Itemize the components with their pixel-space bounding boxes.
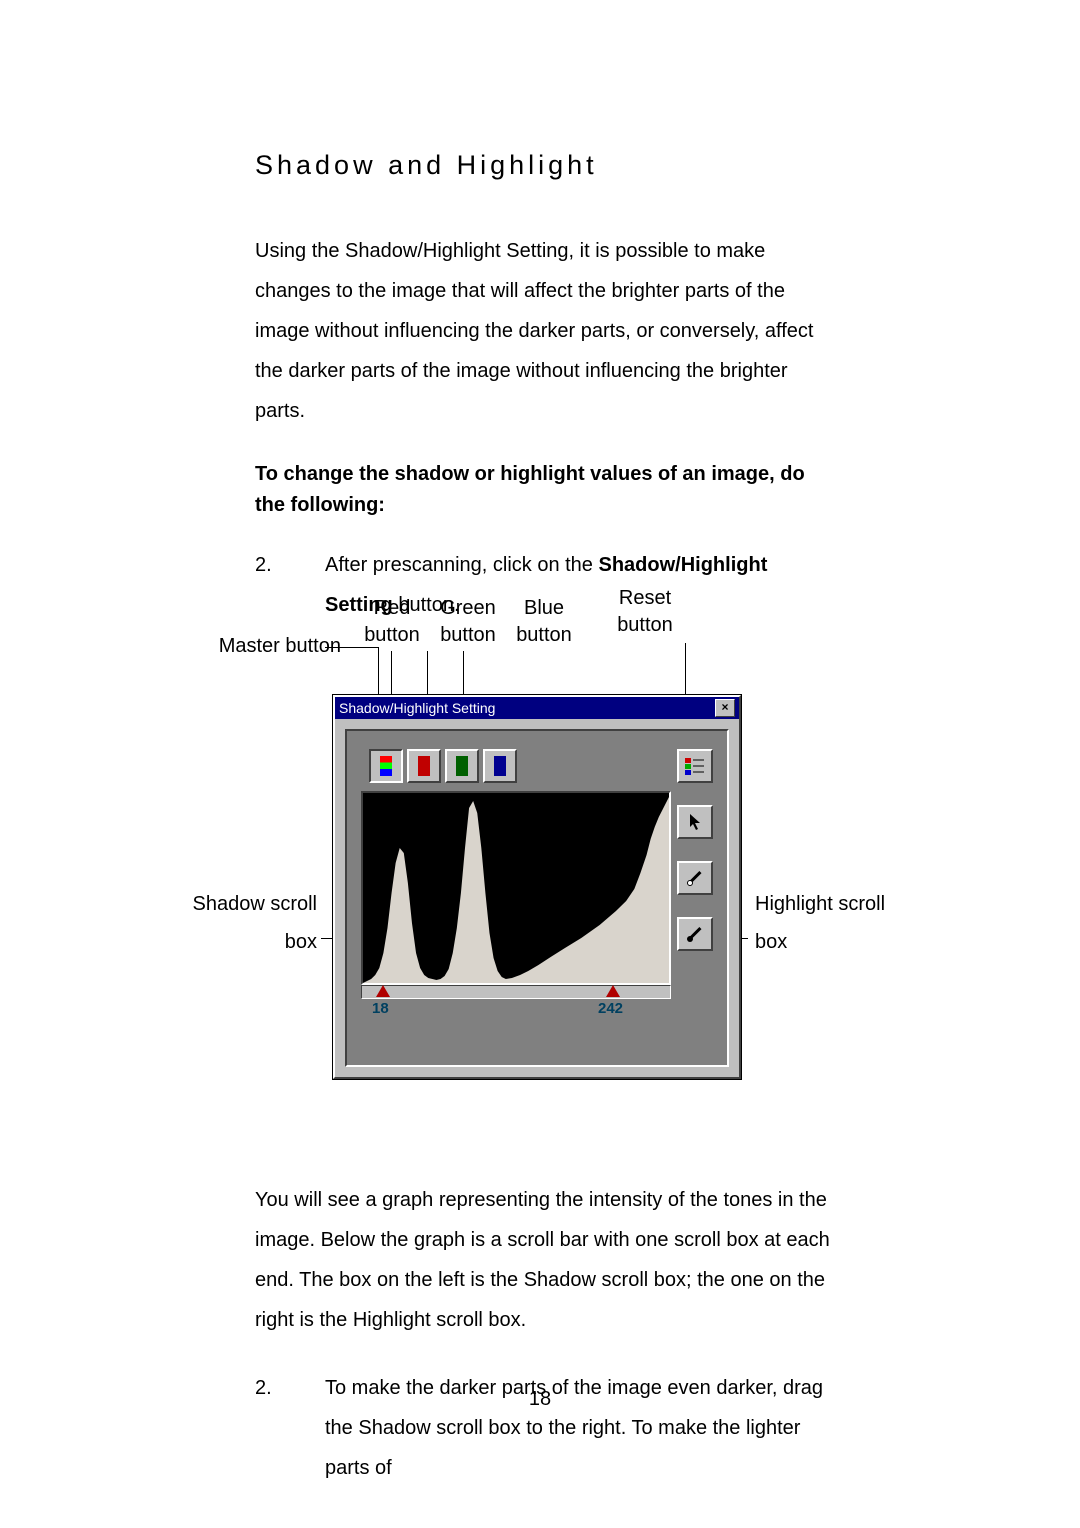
callout-highlight: Highlight scroll box — [755, 885, 915, 961]
white-eyedropper-tool[interactable] — [677, 861, 713, 895]
step-2-text: To make the darker parts of the image ev… — [325, 1368, 840, 1488]
reset-button[interactable] — [677, 749, 713, 783]
blue-icon — [494, 756, 506, 776]
black-eyedropper-icon — [687, 926, 703, 942]
callout-green: Green button — [431, 595, 505, 649]
close-button[interactable]: × — [715, 699, 735, 717]
master-icon — [380, 756, 392, 776]
green-icon — [456, 756, 468, 776]
highlight-scroll-box[interactable] — [606, 985, 620, 997]
step-1-pre: After prescanning, click on the — [325, 554, 598, 576]
mid-paragraph: You will see a graph representing the in… — [255, 1180, 840, 1340]
dialog-titlebar: Shadow/Highlight Setting × — [335, 697, 739, 719]
dialog-title: Shadow/Highlight Setting — [339, 700, 495, 716]
dialog-client: 18 242 — [345, 729, 729, 1067]
master-button[interactable] — [369, 749, 403, 783]
red-button[interactable] — [407, 749, 441, 783]
black-eyedropper-tool[interactable] — [677, 917, 713, 951]
callout-red: Red button — [357, 595, 427, 649]
callout-shadow: Shadow scroll box — [157, 885, 317, 961]
shadow-value: 18 — [372, 1000, 389, 1017]
callout-master: Master button — [191, 633, 341, 660]
highlight-value: 242 — [598, 1000, 623, 1017]
pointer-icon — [688, 813, 702, 831]
diagram: Master button Red button Green button Bl… — [175, 585, 915, 1145]
callout-reset: Reset button — [605, 585, 685, 639]
step-2: 2. To make the darker parts of the image… — [255, 1368, 840, 1488]
shadow-scroll-box[interactable] — [376, 985, 390, 997]
blue-button[interactable] — [483, 749, 517, 783]
red-icon — [418, 756, 430, 776]
shadow-highlight-dialog: Shadow/Highlight Setting × — [333, 695, 741, 1079]
intro-paragraph: Using the Shadow/Highlight Setting, it i… — [255, 231, 840, 431]
reset-icon — [684, 757, 706, 775]
section-title: Shadow and Highlight — [255, 150, 840, 181]
lead-paragraph: To change the shadow or highlight values… — [255, 459, 840, 521]
callout-blue: Blue button — [509, 595, 579, 649]
pointer-tool[interactable] — [677, 805, 713, 839]
white-eyedropper-icon — [687, 870, 703, 886]
histogram — [361, 791, 671, 985]
step-2-number: 2. — [255, 1368, 325, 1488]
scroll-track[interactable]: 18 242 — [361, 985, 671, 999]
green-button[interactable] — [445, 749, 479, 783]
page-number: 18 — [0, 1388, 1080, 1411]
